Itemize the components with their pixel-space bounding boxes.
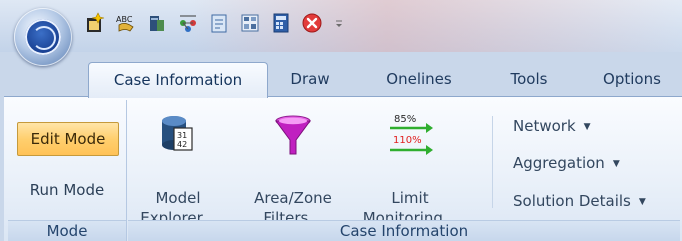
aggregation-label: Aggregation [513,154,605,172]
model-explorer-button[interactable]: 31 42 Model Explorer... [134,110,222,227]
solution-details-label: Solution Details [513,192,631,210]
chevron-down-icon: ▼ [612,159,620,169]
quick-access-toolbar: ABC [84,8,346,38]
database-icon[interactable] [146,12,168,34]
limit-monitoring-line1: Limit [391,189,429,207]
calculator-icon[interactable] [270,12,292,34]
run-mode-button[interactable]: Run Mode [17,174,117,206]
close-icon[interactable] [301,12,323,34]
chevron-down-icon: ▼ [583,122,591,132]
new-case-icon[interactable] [84,12,106,34]
model-explorer-line1: Model [155,189,201,207]
app-logo-icon [25,19,61,55]
limit-icon-bottom-text: 110% [393,135,422,146]
group-separator [492,116,493,208]
tab-draw[interactable]: Draw [278,62,342,96]
svg-text:31: 31 [177,131,187,140]
area-zone-filters-button[interactable]: Area/Zone Filters... [238,110,348,227]
application-menu-button[interactable] [14,8,72,66]
network-label: Network [513,117,576,135]
svg-text:ABC: ABC [116,15,133,24]
tab-case-information[interactable]: Case Information [88,62,268,98]
aggregation-dropdown[interactable]: Aggregation ▼ [513,151,620,175]
solution-details-dropdown[interactable]: Solution Details ▼ [513,189,646,213]
abc-tool-icon[interactable]: ABC [115,12,137,34]
network-dropdown[interactable]: Network ▼ [513,114,591,138]
network-icon[interactable] [177,12,199,34]
area-zone-filters-line1: Area/Zone [254,189,332,207]
mode-group: Edit Mode Run Mode Mode [8,100,127,241]
limit-monitoring-icon: 85% 110% [386,112,434,160]
mode-group-label: Mode [8,220,126,241]
clipboard-icon[interactable] [208,12,230,34]
tab-tools[interactable]: Tools [497,62,561,96]
limit-icon-top-text: 85% [394,114,416,125]
tab-onelines[interactable]: Onelines [373,62,465,96]
grid-icon[interactable] [239,12,261,34]
edit-mode-button[interactable]: Edit Mode [17,122,119,156]
funnel-icon [273,114,313,162]
chevron-down-icon: ▼ [638,197,646,207]
tab-options[interactable]: Options [591,62,673,96]
ribbon-panel: Edit Mode Run Mode Mode 31 42 Model Expl… [4,96,682,241]
database-document-icon: 31 42 [158,112,198,160]
case-information-group: 31 42 Model Explorer... Area/Zone Filter… [128,100,680,241]
limit-monitoring-button[interactable]: 85% 110% Limit Monitoring... [360,110,460,227]
svg-text:42: 42 [177,140,187,149]
customize-icon[interactable] [332,12,346,34]
case-information-group-label: Case Information [128,220,680,241]
